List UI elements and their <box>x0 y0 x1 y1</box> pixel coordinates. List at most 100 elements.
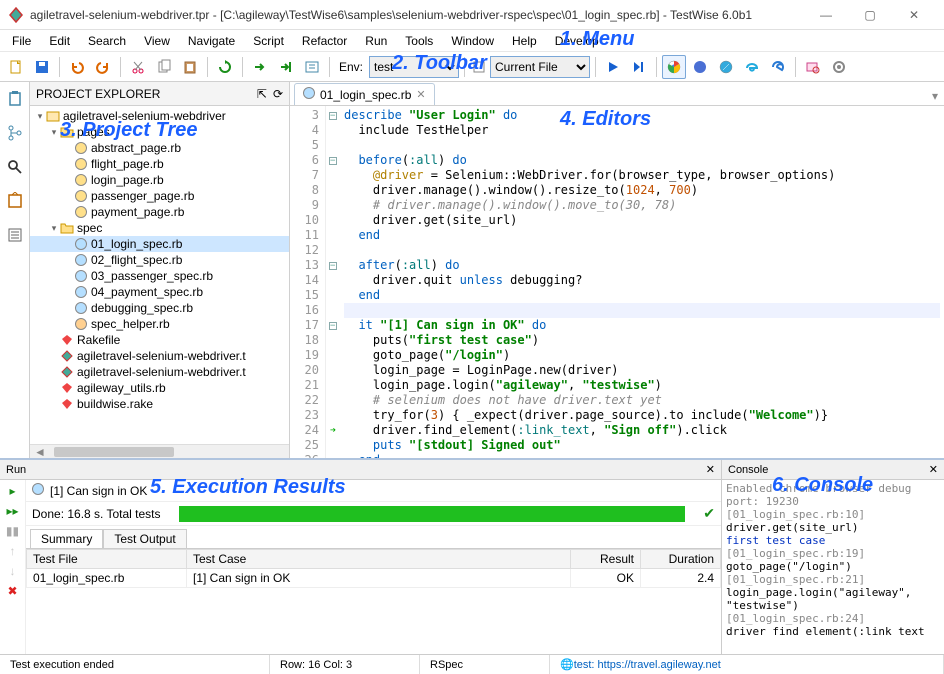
tree-file-debugging_spec.rb[interactable]: debugging_spec.rb <box>30 300 289 316</box>
rerun-icon[interactable]: ▸ <box>9 484 15 498</box>
tree-h-scrollbar[interactable]: ◄ <box>30 444 289 458</box>
col-result[interactable]: Result <box>571 550 641 569</box>
env-select[interactable]: test <box>369 56 459 78</box>
menu-search[interactable]: Search <box>80 32 134 50</box>
code-body[interactable]: describe "User Login" do include TestHel… <box>340 106 944 458</box>
code-editor[interactable]: 3456789101112131415161718192021222324252… <box>290 106 944 458</box>
tree-file-agiletravel-selenium-webdriver.t[interactable]: agiletravel-selenium-webdriver.t <box>30 348 289 364</box>
tree-file-login_page.rb[interactable]: login_page.rb <box>30 172 289 188</box>
menu-file[interactable]: File <box>4 32 39 50</box>
save-button[interactable] <box>30 55 54 79</box>
ie-icon[interactable] <box>740 55 764 79</box>
collapse-all-icon[interactable]: ⇱ <box>257 87 267 101</box>
globe-icon: 🌐 <box>560 658 574 671</box>
paste-button[interactable] <box>178 55 202 79</box>
tree-file-agileway_utils.rb[interactable]: agileway_utils.rb <box>30 380 289 396</box>
menu-navigate[interactable]: Navigate <box>180 32 243 50</box>
tree-file-agiletravel-selenium-webdriver.t[interactable]: agiletravel-selenium-webdriver.t <box>30 364 289 380</box>
tree-folder-pages[interactable]: ▾pages <box>30 124 289 140</box>
menu-view[interactable]: View <box>136 32 178 50</box>
tree-file-03_passenger_spec.rb[interactable]: 03_passenger_spec.rb <box>30 268 289 284</box>
close-tab-icon[interactable]: ✕ <box>416 88 425 101</box>
menu-window[interactable]: Window <box>443 32 502 50</box>
menu-script[interactable]: Script <box>245 32 292 50</box>
file-icon <box>303 87 315 102</box>
scope-icon <box>472 60 486 74</box>
editor-overflow-icon[interactable]: ▾ <box>926 87 944 105</box>
tree-file-passenger_page.rb[interactable]: passenger_page.rb <box>30 188 289 204</box>
tree-folder-spec[interactable]: ▾spec <box>30 220 289 236</box>
sidebar-search-icon[interactable] <box>4 156 26 178</box>
scope-select[interactable]: Current File <box>490 56 590 78</box>
stop-icon[interactable]: ✖ <box>7 584 17 598</box>
status-url[interactable]: test: https://travel.agileway.net <box>574 659 721 671</box>
menu-develop[interactable]: Develop <box>547 32 607 50</box>
col-test-case[interactable]: Test Case <box>187 550 571 569</box>
close-button[interactable]: ✕ <box>892 1 936 29</box>
status-msg: Test execution ended <box>0 655 270 674</box>
editor-tab[interactable]: 01_login_spec.rb ✕ <box>294 83 435 105</box>
tree-file-flight_page.rb[interactable]: flight_page.rb <box>30 156 289 172</box>
project-explorer-header: PROJECT EXPLORER ⇱ ⟳ <box>30 82 289 106</box>
titlebar: agiletravel-selenium-webdriver.tpr - [C:… <box>0 0 944 30</box>
up-icon[interactable]: ↑ <box>10 544 16 558</box>
sidebar-clipboard-icon[interactable] <box>4 88 26 110</box>
rerun-all-icon[interactable]: ▸▸ <box>6 504 18 518</box>
tab-summary[interactable]: Summary <box>30 529 103 548</box>
run-button[interactable] <box>601 55 625 79</box>
safari-icon[interactable] <box>714 55 738 79</box>
run-panel-title: Run <box>6 464 26 476</box>
sidebar-clipboard2-icon[interactable] <box>4 190 26 212</box>
goto-button[interactable] <box>300 55 324 79</box>
tab-test-output[interactable]: Test Output <box>103 529 186 548</box>
menu-help[interactable]: Help <box>504 32 545 50</box>
tree-file-buildwise.rake[interactable]: buildwise.rake <box>30 396 289 412</box>
settings-button[interactable] <box>827 55 851 79</box>
tree-file-01_login_spec.rb[interactable]: 01_login_spec.rb <box>30 236 289 252</box>
refresh-tree-icon[interactable]: ⟳ <box>273 87 283 101</box>
sidebar-list-icon[interactable] <box>4 224 26 246</box>
col-duration[interactable]: Duration <box>641 550 721 569</box>
window-title: agiletravel-selenium-webdriver.tpr - [C:… <box>30 8 804 22</box>
fold-column[interactable]: −−−−➔ <box>326 106 340 458</box>
undo-button[interactable] <box>65 55 89 79</box>
cut-button[interactable] <box>126 55 150 79</box>
down-icon[interactable]: ↓ <box>10 564 16 578</box>
minimize-button[interactable]: — <box>804 1 848 29</box>
new-file-button[interactable] <box>4 55 28 79</box>
debug-button[interactable] <box>627 55 651 79</box>
tree-file-abstract_page.rb[interactable]: abstract_page.rb <box>30 140 289 156</box>
step-button[interactable] <box>248 55 272 79</box>
refresh-button[interactable] <box>213 55 237 79</box>
console-line: Enabled chrome browser debug port: 19230 <box>726 482 940 508</box>
tree-file-04_payment_spec.rb[interactable]: 04_payment_spec.rb <box>30 284 289 300</box>
edge-icon[interactable] <box>766 55 790 79</box>
tree-file-Rakefile[interactable]: Rakefile <box>30 332 289 348</box>
console-body[interactable]: Enabled chrome browser debug port: 19230… <box>722 480 944 654</box>
col-test-file[interactable]: Test File <box>27 550 187 569</box>
menu-tools[interactable]: Tools <box>397 32 441 50</box>
menu-run[interactable]: Run <box>357 32 395 50</box>
firefox-icon[interactable] <box>688 55 712 79</box>
inspect-button[interactable] <box>801 55 825 79</box>
pause-icon[interactable]: ▮▮ <box>6 524 19 538</box>
menu-edit[interactable]: Edit <box>41 32 78 50</box>
redo-button[interactable] <box>91 55 115 79</box>
project-tree[interactable]: ▾agiletravel-selenium-webdriver▾pagesabs… <box>30 106 289 444</box>
console-panel: Console✕ 6. Console Enabled chrome brows… <box>722 460 944 654</box>
env-label: Env: <box>339 60 363 74</box>
project-explorer-title: PROJECT EXPLORER <box>36 87 160 101</box>
menu-refactor[interactable]: Refactor <box>294 32 355 50</box>
tree-file-payment_page.rb[interactable]: payment_page.rb <box>30 204 289 220</box>
run-to-line-button[interactable] <box>274 55 298 79</box>
sidebar-branches-icon[interactable] <box>4 122 26 144</box>
tree-file-spec_helper.rb[interactable]: spec_helper.rb <box>30 316 289 332</box>
console-close-icon[interactable]: ✕ <box>929 463 938 476</box>
chrome-icon[interactable] <box>662 55 686 79</box>
tree-file-02_flight_spec.rb[interactable]: 02_flight_spec.rb <box>30 252 289 268</box>
result-row[interactable]: 01_login_spec.rb[1] Can sign in OKOK2.4 <box>27 569 721 588</box>
copy-button[interactable] <box>152 55 176 79</box>
run-close-icon[interactable]: ✕ <box>706 463 715 476</box>
maximize-button[interactable]: ▢ <box>848 1 892 29</box>
tree-root[interactable]: ▾agiletravel-selenium-webdriver <box>30 108 289 124</box>
